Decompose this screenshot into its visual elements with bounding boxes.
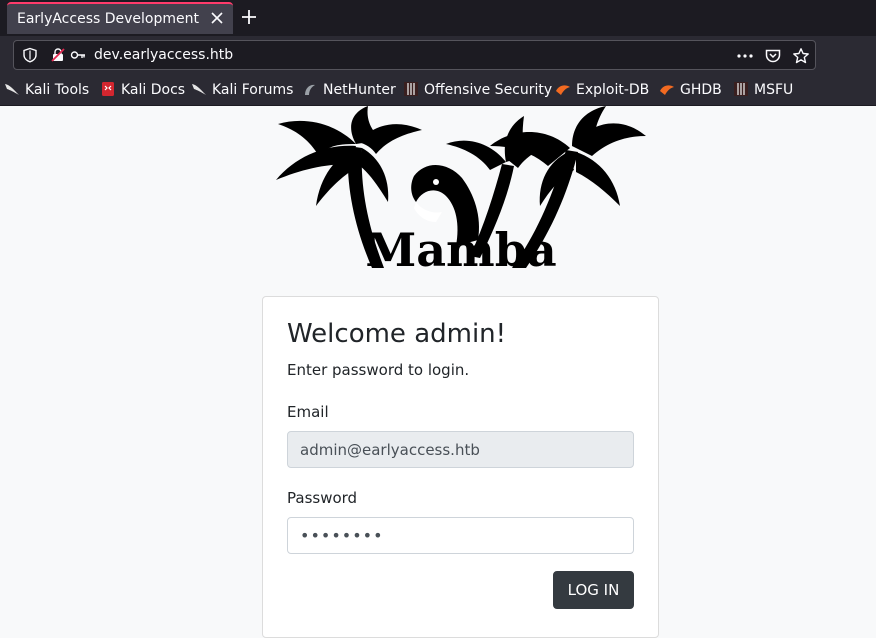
password-label: Password [287, 489, 358, 507]
kali-dragon-icon [5, 84, 19, 95]
email-field[interactable] [287, 431, 634, 468]
bookmark-star-icon[interactable] [792, 47, 810, 65]
login-subtitle: Enter password to login. [287, 361, 470, 379]
exploitdb-icon [660, 85, 674, 95]
exploitdb-icon [556, 85, 570, 95]
url-bar[interactable]: dev.earlyaccess.htb [13, 40, 816, 70]
active-tab[interactable]: EarlyAccess Development [7, 2, 233, 34]
kali-dragon-icon [192, 84, 206, 95]
email-label: Email [287, 403, 329, 421]
bookmark-offensive-security[interactable]: Offensive Security [403, 81, 552, 99]
login-card: Welcome admin! Enter password to login. … [262, 296, 659, 638]
bookmark-kali-docs[interactable]: Kali Docs [100, 81, 185, 99]
new-tab-icon[interactable] [240, 8, 258, 26]
tab-title: EarlyAccess Development [17, 11, 199, 27]
kali-docs-icon [102, 82, 114, 96]
offsec-icon [734, 82, 748, 96]
logo-wordmark: Mamba [365, 223, 556, 274]
bookmark-kali-forums[interactable]: Kali Forums [191, 81, 293, 99]
bookmarks-toolbar: Kali Tools Kali Docs Kali Forums NetHunt… [0, 74, 876, 106]
bookmark-msfu[interactable]: MSFU [733, 81, 793, 99]
nethunter-icon [305, 84, 315, 95]
login-button[interactable]: LOG IN [553, 571, 634, 609]
insecure-lock-icon[interactable] [50, 47, 66, 63]
shield-icon[interactable] [22, 47, 38, 63]
tab-bar: EarlyAccess Development [0, 0, 876, 36]
close-tab-icon[interactable] [209, 10, 225, 26]
offsec-icon [404, 82, 418, 96]
page-title: Welcome admin! [287, 319, 507, 349]
more-actions-icon[interactable] [736, 47, 754, 65]
bookmark-ghdb[interactable]: GHDB [659, 81, 722, 99]
bookmark-exploit-db[interactable]: Exploit-DB [555, 81, 649, 99]
password-field[interactable] [287, 517, 634, 554]
url-text[interactable]: dev.earlyaccess.htb [94, 47, 233, 63]
pocket-icon[interactable] [764, 47, 782, 65]
bookmark-nethunter[interactable]: NetHunter [302, 81, 396, 99]
navigation-bar: dev.earlyaccess.htb [0, 36, 876, 74]
bookmark-kali-tools[interactable]: Kali Tools [4, 81, 89, 99]
key-icon[interactable] [70, 47, 86, 63]
mamba-logo: Mamba [276, 106, 646, 274]
